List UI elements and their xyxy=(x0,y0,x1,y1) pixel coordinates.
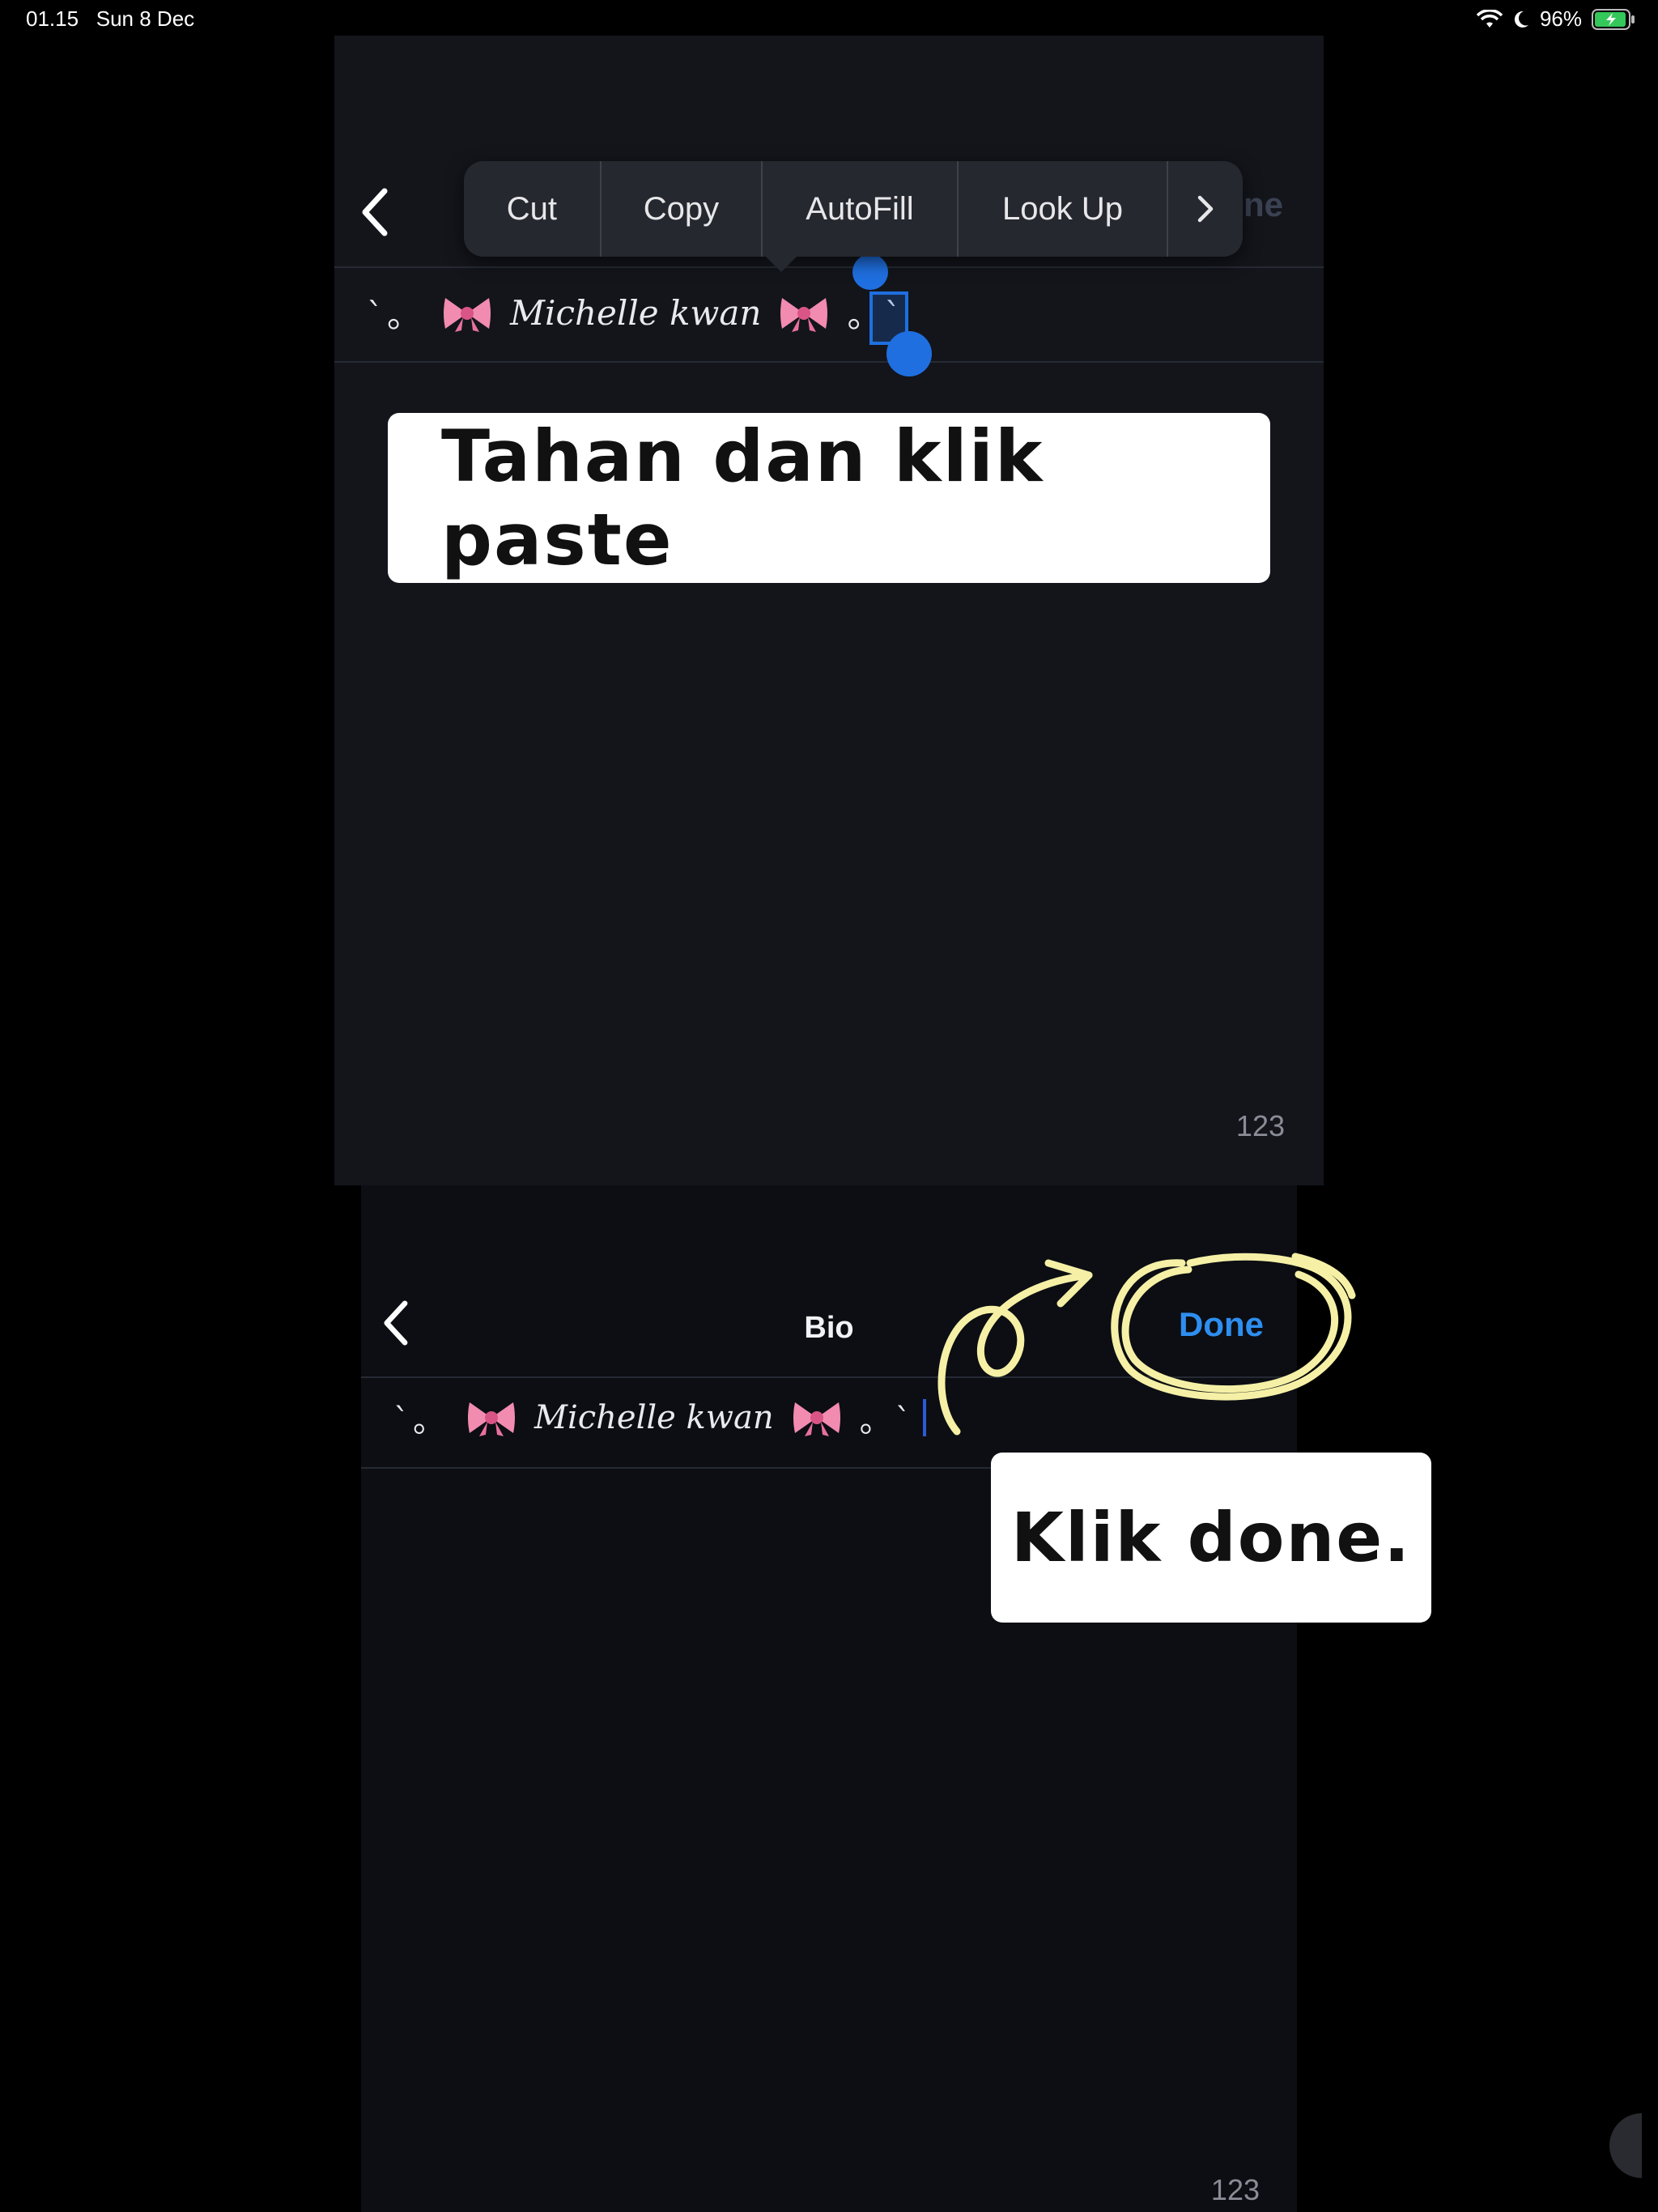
instruction-note-paste: Tahan dan klik paste xyxy=(388,413,1270,583)
divider xyxy=(334,361,1324,363)
side-grabber-handle[interactable] xyxy=(1609,2113,1642,2178)
status-time: 01.15 Sun 8 Dec xyxy=(26,6,194,32)
text-cursor xyxy=(922,1399,926,1436)
menu-item-cut[interactable]: Cut xyxy=(464,161,602,257)
selection-handle-start[interactable] xyxy=(852,254,888,290)
instruction-text: Tahan dan klik paste xyxy=(441,415,1044,581)
divider xyxy=(334,266,1324,268)
moon-icon xyxy=(1514,11,1528,28)
back-chevron-icon[interactable] xyxy=(360,188,388,236)
done-button[interactable]: Done xyxy=(1179,1305,1264,1344)
bio-prefix: `。 xyxy=(393,1402,449,1440)
bio-name: Michelle kwan xyxy=(534,1399,774,1436)
battery-percent: 96% xyxy=(1539,6,1582,31)
top-screenshot: ne `。 Michelle kwan 。` Cut Copy AutoFill… xyxy=(334,36,1324,1185)
status-bar: 01.15 Sun 8 Dec 96% xyxy=(0,0,1658,39)
bio-text-field[interactable]: `。 Michelle kwan 。` xyxy=(393,1394,926,1441)
selection-handle-end[interactable] xyxy=(886,331,932,376)
context-menu: Cut Copy AutoFill Look Up xyxy=(464,161,1243,257)
page-title: Bio xyxy=(804,1311,854,1345)
context-menu-pointer xyxy=(763,254,799,272)
instruction-note-done: Klik done. xyxy=(991,1453,1431,1623)
divider xyxy=(361,1376,1297,1378)
menu-more-button[interactable] xyxy=(1168,161,1243,257)
done-button-partial[interactable]: ne xyxy=(1244,185,1283,224)
instruction-text: Klik done. xyxy=(1010,1498,1412,1577)
time-label: 01.15 xyxy=(26,6,79,31)
menu-item-autofill[interactable]: AutoFill xyxy=(763,161,959,257)
status-icons: 96% xyxy=(1476,6,1635,32)
bottom-screenshot: Bio Done `。 Michelle kwan 。` 123 xyxy=(361,1185,1297,2212)
battery-charging-icon xyxy=(1592,8,1635,30)
bio-name: Michelle kwan xyxy=(510,293,762,333)
date-label: Sun 8 Dec xyxy=(96,6,195,31)
bio-suffix: 。` xyxy=(859,1402,915,1440)
chevron-right-icon xyxy=(1197,195,1214,223)
ribbon-bow-icon xyxy=(468,1402,515,1436)
keyboard-123-label: 123 xyxy=(1235,1109,1285,1142)
keyboard-123-label: 123 xyxy=(1210,2173,1260,2206)
bio-prefix: `。 xyxy=(367,296,425,335)
menu-item-copy[interactable]: Copy xyxy=(602,161,763,257)
wifi-icon xyxy=(1476,9,1503,28)
ribbon-bow-icon xyxy=(780,297,828,332)
ribbon-bow-icon xyxy=(444,297,491,332)
bio-text-field[interactable]: `。 Michelle kwan 。` xyxy=(367,288,904,338)
menu-item-look-up[interactable]: Look Up xyxy=(959,161,1169,257)
ribbon-bow-icon xyxy=(793,1402,840,1436)
